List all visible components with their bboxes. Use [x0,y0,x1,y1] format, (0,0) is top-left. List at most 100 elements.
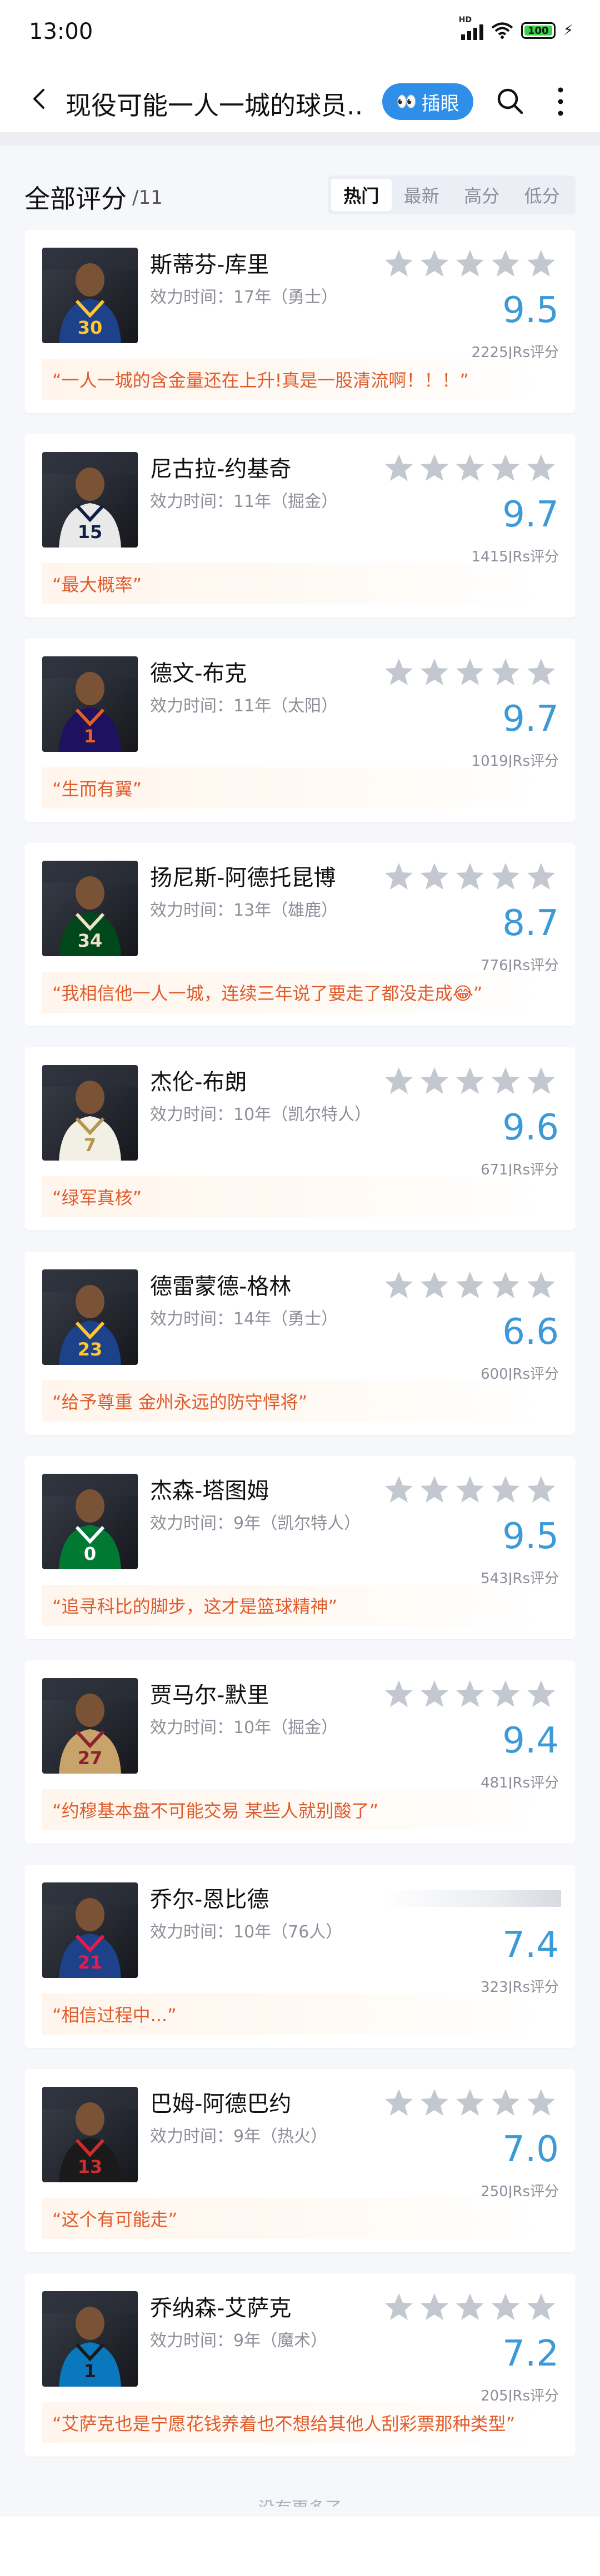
rating-stars[interactable] [383,1271,557,1300]
top-comment[interactable]: “一人一城的含金量还在上升!真是一股清流啊！！！” [42,359,542,400]
player-rating-card[interactable]: 21 乔尔-恩比德 效力时间：10年（76人） 7.4 323JRs评分 “相信过程中..… [24,1865,576,2048]
top-comment[interactable]: “给予尊重 金州永远的防守悍将” [42,1380,542,1422]
player-rating-card[interactable]: 1 德文-布克 效力时间：11年（太阳） 9.7 1019JRs评分 “生而有翼” [24,639,576,822]
rating-stars[interactable] [383,1066,557,1096]
top-comment[interactable]: “追寻科比的脚步，这才是篮球精神” [42,1585,542,1626]
player-rating-card[interactable]: 30 斯蒂芬-库里 效力时间：17年（勇士） 9.5 2225JRs评分 “一人一城的含金… [24,230,576,413]
star-icon[interactable] [419,1475,450,1505]
star-icon[interactable] [526,1066,557,1096]
average-score: 9.7 [502,494,559,535]
star-icon[interactable] [419,2292,450,2322]
top-comment[interactable]: “最大概率” [42,563,542,604]
rating-stars-placeholder [383,1890,561,1907]
star-icon[interactable] [419,2088,450,2118]
section-title: 全部评分 [24,184,127,214]
star-icon[interactable] [490,657,521,687]
star-icon[interactable] [490,249,521,279]
top-comment[interactable]: “这个有可能走” [42,2198,542,2239]
tab-latest[interactable]: 最新 [392,179,452,211]
player-rating-card[interactable]: 7 杰伦-布朗 效力时间：10年（凯尔特人） 9.6 671JRs评分 “绿军真核” [24,1047,576,1231]
star-icon[interactable] [383,1066,414,1096]
svg-text:27: 27 [78,1748,103,1769]
star-icon[interactable] [419,1679,450,1709]
player-avatar: 34 [42,861,138,956]
top-comment[interactable]: “相信过程中...” [42,1993,542,2035]
star-icon[interactable] [383,1679,414,1709]
star-icon[interactable] [490,1475,521,1505]
player-rating-card[interactable]: 27 贾马尔-默里 效力时间：10年（掘金） 9.4 481JRs评分 “约穆基本盘不可能… [24,1660,576,1844]
rating-stars[interactable] [383,657,557,687]
star-icon[interactable] [383,453,414,483]
star-icon[interactable] [454,1679,486,1709]
bookmark-eyes-button[interactable]: 👀 插眼 [382,83,473,120]
top-comment[interactable]: “我相信他一人一城，连续三年说了要走了都没走成😂” [42,972,542,1013]
battery-icon: 100 [521,22,556,39]
star-icon[interactable] [383,2292,414,2322]
top-comment[interactable]: “生而有翼” [42,767,542,809]
star-icon[interactable] [490,862,521,892]
star-icon[interactable] [526,2292,557,2322]
player-avatar: 7 [42,1065,138,1161]
rating-stars[interactable] [383,1475,557,1505]
tab-low-score[interactable]: 低分 [512,179,573,211]
star-icon[interactable] [454,453,486,483]
star-icon[interactable] [526,1475,557,1505]
star-icon[interactable] [454,862,486,892]
star-icon[interactable] [419,249,450,279]
star-icon[interactable] [419,1066,450,1096]
star-icon[interactable] [490,2088,521,2118]
star-icon[interactable] [454,249,486,279]
star-icon[interactable] [419,657,450,687]
player-rating-card[interactable]: 15 尼古拉-约基奇 效力时间：11年（掘金） 9.7 1415JRs评分 “最大概率” [24,434,576,617]
star-icon[interactable] [419,453,450,483]
star-icon[interactable] [526,657,557,687]
tab-hot[interactable]: 热门 [331,179,392,211]
star-icon[interactable] [454,1475,486,1505]
star-icon[interactable] [454,2088,486,2118]
star-icon[interactable] [454,1271,486,1300]
star-icon[interactable] [383,862,414,892]
search-icon[interactable] [496,87,524,116]
star-icon[interactable] [526,862,557,892]
tab-high-score[interactable]: 高分 [452,179,512,211]
star-icon[interactable] [454,1066,486,1096]
star-icon[interactable] [419,862,450,892]
star-icon[interactable] [383,249,414,279]
star-icon[interactable] [383,657,414,687]
rating-stars[interactable] [383,2292,557,2322]
top-comment[interactable]: “绿军真核” [42,1176,542,1217]
rating-stars[interactable] [383,249,557,279]
player-rating-card[interactable]: 13 巴姆-阿德巴约 效力时间：9年（热火） 7.0 250JRs评分 “这个有可能走” [24,2069,576,2252]
bookmark-eyes-label: 插眼 [421,92,459,115]
star-icon[interactable] [490,1066,521,1096]
more-vertical-icon[interactable] [552,86,569,118]
star-icon[interactable] [526,2088,557,2118]
star-icon[interactable] [383,2088,414,2118]
top-comment[interactable]: “约穆基本盘不可能交易 某些人就别酸了” [42,1789,542,1830]
star-icon[interactable] [490,1679,521,1709]
chevron-left-icon[interactable] [29,88,51,110]
star-icon[interactable] [454,657,486,687]
star-icon[interactable] [383,1475,414,1505]
player-rating-card[interactable]: 0 杰森-塔图姆 效力时间：9年（凯尔特人） 9.5 543JRs评分 “追寻科比的脚步，… [24,1456,576,1639]
star-icon[interactable] [526,453,557,483]
star-icon[interactable] [526,249,557,279]
rating-stars[interactable] [383,862,557,892]
star-icon[interactable] [454,2292,486,2322]
star-icon[interactable] [526,1271,557,1300]
star-icon[interactable] [526,1679,557,1709]
player-rating-card[interactable]: 1 乔纳森-艾萨克 效力时间：9年（魔术） 7.2 205JRs评分 “艾萨克也是宁愿花钱… [24,2273,576,2457]
rating-stars[interactable] [383,1679,557,1709]
star-icon[interactable] [490,453,521,483]
player-avatar: 30 [42,248,138,343]
top-comment[interactable]: “艾萨克也是宁愿花钱养着也不想给其他人刮彩票那种类型” [42,2402,542,2443]
rating-stars[interactable] [383,2088,557,2118]
battery-level: 100 [527,24,549,37]
star-icon[interactable] [490,2292,521,2322]
player-rating-card[interactable]: 23 德雷蒙德-格林 效力时间：14年（勇士） 6.6 600JRs评分 “给予尊重 金州… [24,1252,576,1435]
star-icon[interactable] [383,1271,414,1300]
star-icon[interactable] [490,1271,521,1300]
player-rating-card[interactable]: 34 扬尼斯-阿德托昆博 效力时间：13年（雄鹿） 8.7 776JRs评分 “我相信他一… [24,843,576,1026]
rating-stars[interactable] [383,453,557,483]
star-icon[interactable] [419,1271,450,1300]
